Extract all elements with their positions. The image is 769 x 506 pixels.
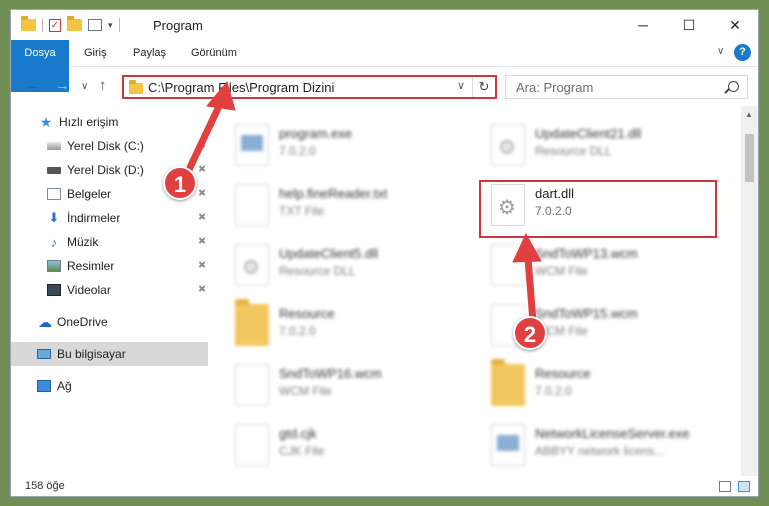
arrow-1-head bbox=[206, 80, 236, 111]
arrow-2-shaft bbox=[524, 254, 537, 326]
annotation-arrows bbox=[182, 80, 542, 326]
arrow-2-head bbox=[512, 232, 542, 263]
step-1-badge: 1 bbox=[163, 166, 197, 200]
explorer-window: ✓ ▾ Program ─ ☐ ✕ Dosya Giriş Paylaş Gör… bbox=[10, 9, 759, 497]
step-2-badge: 2 bbox=[513, 316, 547, 350]
arrow-1-shaft bbox=[182, 98, 225, 180]
